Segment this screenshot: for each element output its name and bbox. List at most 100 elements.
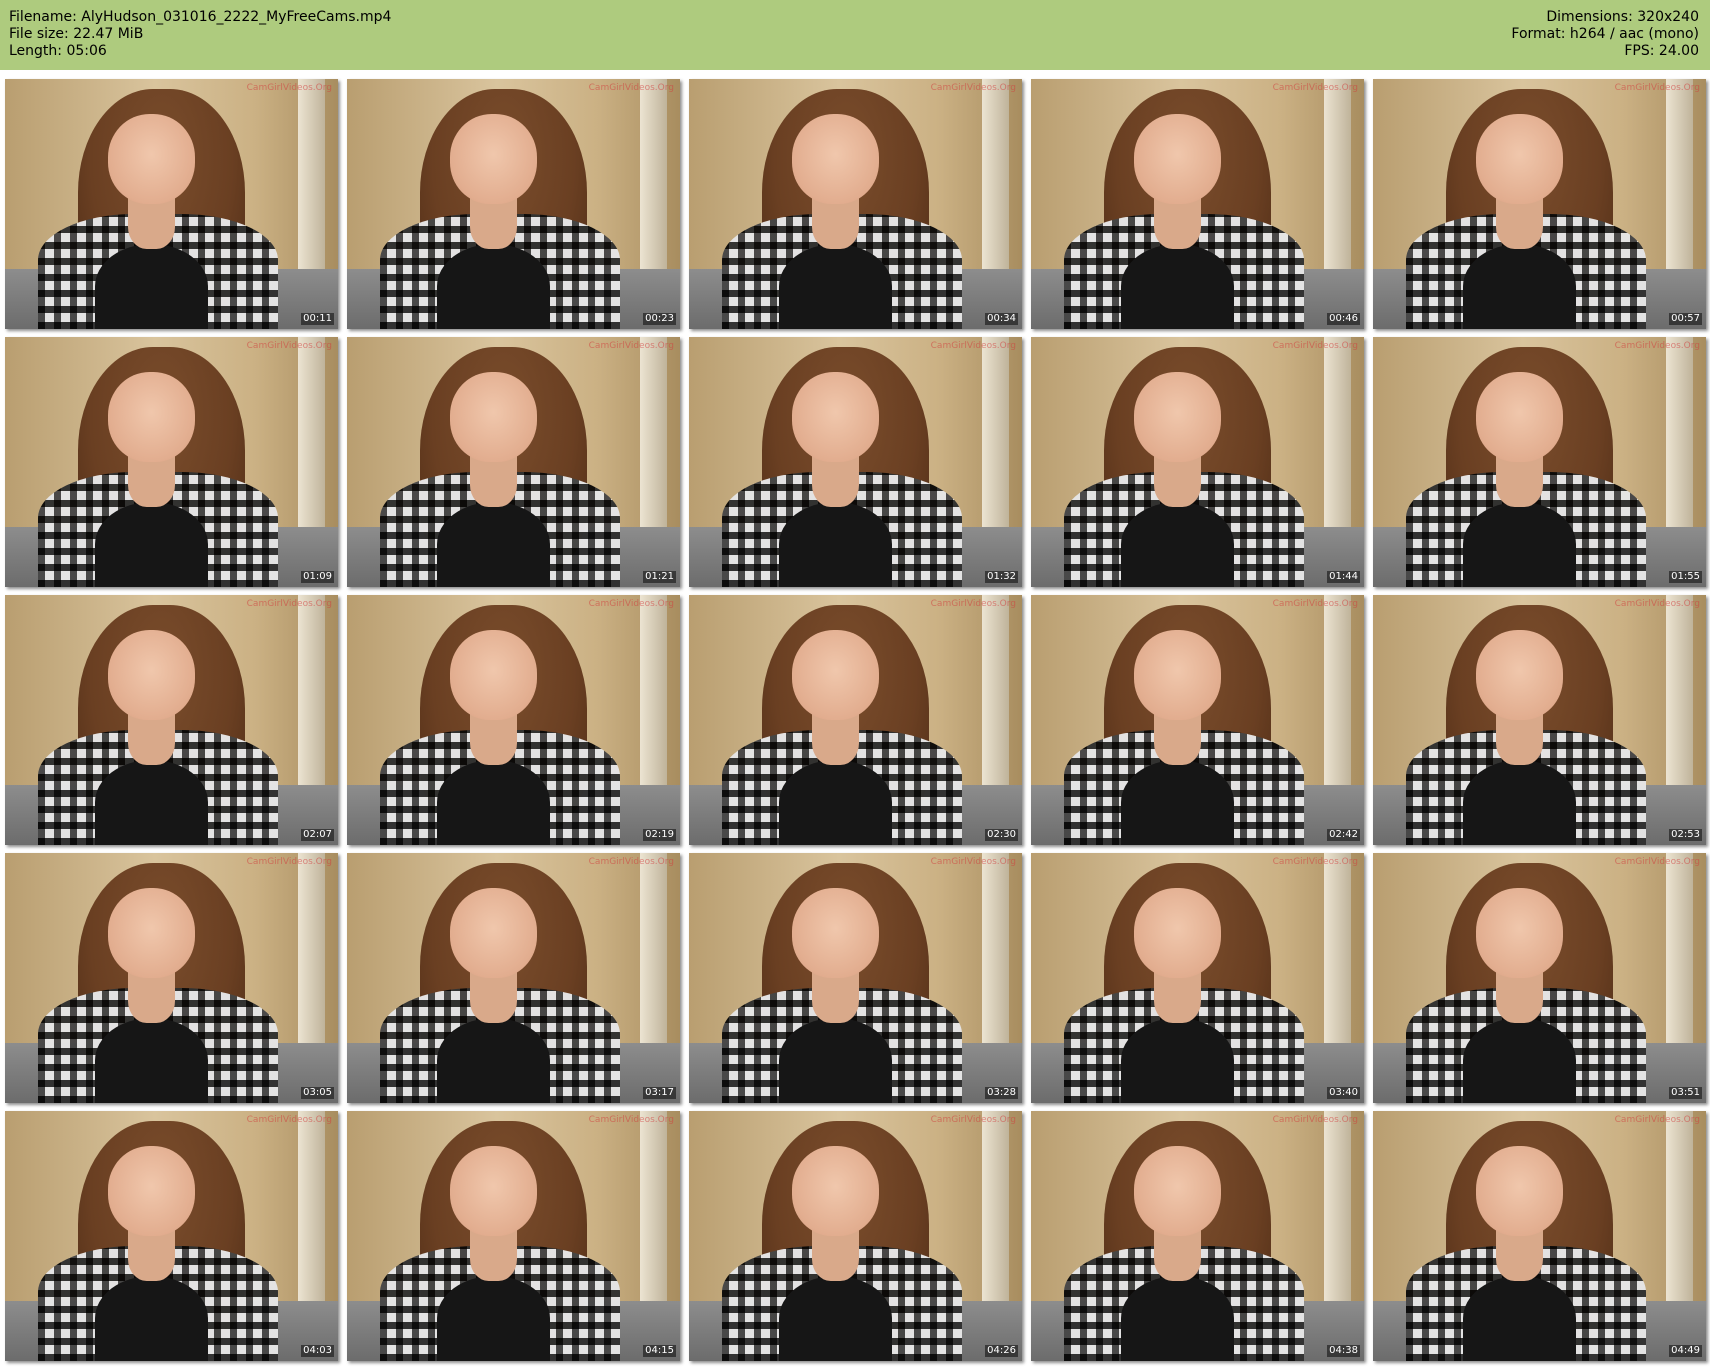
watermark-text: CamGirlVideos.Org xyxy=(1272,341,1358,351)
frame-image xyxy=(1031,595,1364,845)
thumbnail-grid: CamGirlVideos.Org 00:11 CamGirlVideos.Org 0… xyxy=(5,79,1706,1361)
thumbnail[interactable]: CamGirlVideos.Org 04:38 xyxy=(1031,1111,1364,1361)
watermark-text: CamGirlVideos.Org xyxy=(1614,599,1700,609)
frame-image xyxy=(347,853,680,1103)
watermark-text: CamGirlVideos.Org xyxy=(246,83,332,93)
watermark-text: CamGirlVideos.Org xyxy=(930,1115,1016,1125)
frame-image xyxy=(689,1111,1022,1361)
frame-image xyxy=(1031,1111,1364,1361)
frame-image xyxy=(347,1111,680,1361)
watermark-text: CamGirlVideos.Org xyxy=(1614,83,1700,93)
stream-info: Dimensions: 320x240 Format: h264 / aac (… xyxy=(1511,9,1699,60)
frame-image xyxy=(1373,595,1706,845)
frame-image xyxy=(689,595,1022,845)
frame-image xyxy=(1031,79,1364,329)
timestamp-label: 02:30 xyxy=(985,829,1018,841)
watermark-text: CamGirlVideos.Org xyxy=(930,341,1016,351)
thumbnail[interactable]: CamGirlVideos.Org 00:11 xyxy=(5,79,338,329)
thumbnail[interactable]: CamGirlVideos.Org 01:55 xyxy=(1373,337,1706,587)
thumbnail[interactable]: CamGirlVideos.Org 02:53 xyxy=(1373,595,1706,845)
frame-image xyxy=(347,337,680,587)
frame-image xyxy=(347,595,680,845)
thumbnail[interactable]: CamGirlVideos.Org 04:49 xyxy=(1373,1111,1706,1361)
watermark-text: CamGirlVideos.Org xyxy=(1614,857,1700,867)
timestamp-label: 01:32 xyxy=(985,571,1018,583)
timestamp-label: 03:51 xyxy=(1669,1087,1702,1099)
frame-image xyxy=(347,79,680,329)
thumbnail[interactable]: CamGirlVideos.Org 03:40 xyxy=(1031,853,1364,1103)
frame-image xyxy=(5,853,338,1103)
frame-image xyxy=(1373,79,1706,329)
frame-image xyxy=(5,79,338,329)
thumbnail[interactable]: CamGirlVideos.Org 03:17 xyxy=(347,853,680,1103)
watermark-text: CamGirlVideos.Org xyxy=(1614,341,1700,351)
info-header: Filename: AlyHudson_031016_2222_MyFreeCa… xyxy=(0,0,1710,70)
watermark-text: CamGirlVideos.Org xyxy=(1614,1115,1700,1125)
frame-image xyxy=(689,79,1022,329)
timestamp-label: 03:40 xyxy=(1327,1087,1360,1099)
timestamp-label: 03:05 xyxy=(301,1087,334,1099)
watermark-text: CamGirlVideos.Org xyxy=(246,857,332,867)
thumbnail[interactable]: CamGirlVideos.Org 02:42 xyxy=(1031,595,1364,845)
thumbnail[interactable]: CamGirlVideos.Org 04:03 xyxy=(5,1111,338,1361)
watermark-text: CamGirlVideos.Org xyxy=(246,341,332,351)
timestamp-label: 00:57 xyxy=(1669,313,1702,325)
frame-image xyxy=(5,1111,338,1361)
frame-image xyxy=(1031,337,1364,587)
watermark-text: CamGirlVideos.Org xyxy=(588,599,674,609)
timestamp-label: 04:03 xyxy=(301,1345,334,1357)
thumbnail[interactable]: CamGirlVideos.Org 02:30 xyxy=(689,595,1022,845)
frame-image xyxy=(5,337,338,587)
watermark-text: CamGirlVideos.Org xyxy=(1272,1115,1358,1125)
thumbnail[interactable]: CamGirlVideos.Org 01:44 xyxy=(1031,337,1364,587)
watermark-text: CamGirlVideos.Org xyxy=(1272,857,1358,867)
watermark-text: CamGirlVideos.Org xyxy=(1272,599,1358,609)
watermark-text: CamGirlVideos.Org xyxy=(588,857,674,867)
thumbnail[interactable]: CamGirlVideos.Org 00:57 xyxy=(1373,79,1706,329)
timestamp-label: 02:42 xyxy=(1327,829,1360,841)
thumbnail[interactable]: CamGirlVideos.Org 01:09 xyxy=(5,337,338,587)
thumbnail[interactable]: CamGirlVideos.Org 02:19 xyxy=(347,595,680,845)
timestamp-label: 02:07 xyxy=(301,829,334,841)
filesize-line: File size: 22.47 MiB xyxy=(9,26,144,42)
thumbnail[interactable]: CamGirlVideos.Org 00:23 xyxy=(347,79,680,329)
dimensions-line: Dimensions: 320x240 xyxy=(1546,9,1699,25)
thumbnail[interactable]: CamGirlVideos.Org 03:51 xyxy=(1373,853,1706,1103)
watermark-text: CamGirlVideos.Org xyxy=(930,599,1016,609)
timestamp-label: 01:44 xyxy=(1327,571,1360,583)
thumbnail[interactable]: CamGirlVideos.Org 04:26 xyxy=(689,1111,1022,1361)
thumbnail[interactable]: CamGirlVideos.Org 04:15 xyxy=(347,1111,680,1361)
watermark-text: CamGirlVideos.Org xyxy=(930,857,1016,867)
timestamp-label: 01:09 xyxy=(301,571,334,583)
thumbnail[interactable]: CamGirlVideos.Org 03:05 xyxy=(5,853,338,1103)
frame-image xyxy=(1031,853,1364,1103)
thumbnail[interactable]: CamGirlVideos.Org 02:07 xyxy=(5,595,338,845)
format-line: Format: h264 / aac (mono) xyxy=(1511,26,1699,42)
watermark-text: CamGirlVideos.Org xyxy=(246,599,332,609)
frame-image xyxy=(5,595,338,845)
timestamp-label: 01:21 xyxy=(643,571,676,583)
timestamp-label: 03:28 xyxy=(985,1087,1018,1099)
timestamp-label: 04:26 xyxy=(985,1345,1018,1357)
timestamp-label: 00:46 xyxy=(1327,313,1360,325)
fps-line: FPS: 24.00 xyxy=(1624,43,1699,59)
thumbnail[interactable]: CamGirlVideos.Org 00:46 xyxy=(1031,79,1364,329)
watermark-text: CamGirlVideos.Org xyxy=(588,1115,674,1125)
timestamp-label: 00:34 xyxy=(985,313,1018,325)
watermark-text: CamGirlVideos.Org xyxy=(246,1115,332,1125)
frame-image xyxy=(689,337,1022,587)
timestamp-label: 00:23 xyxy=(643,313,676,325)
thumbnail[interactable]: CamGirlVideos.Org 03:28 xyxy=(689,853,1022,1103)
watermark-text: CamGirlVideos.Org xyxy=(588,341,674,351)
thumbnail[interactable]: CamGirlVideos.Org 01:21 xyxy=(347,337,680,587)
timestamp-label: 04:15 xyxy=(643,1345,676,1357)
file-info: Filename: AlyHudson_031016_2222_MyFreeCa… xyxy=(9,9,391,60)
filename-line: Filename: AlyHudson_031016_2222_MyFreeCa… xyxy=(9,9,392,25)
thumbnail[interactable]: CamGirlVideos.Org 01:32 xyxy=(689,337,1022,587)
frame-image xyxy=(1373,1111,1706,1361)
frame-image xyxy=(1373,853,1706,1103)
timestamp-label: 04:38 xyxy=(1327,1345,1360,1357)
thumbnail[interactable]: CamGirlVideos.Org 00:34 xyxy=(689,79,1022,329)
watermark-text: CamGirlVideos.Org xyxy=(1272,83,1358,93)
timestamp-label: 02:53 xyxy=(1669,829,1702,841)
